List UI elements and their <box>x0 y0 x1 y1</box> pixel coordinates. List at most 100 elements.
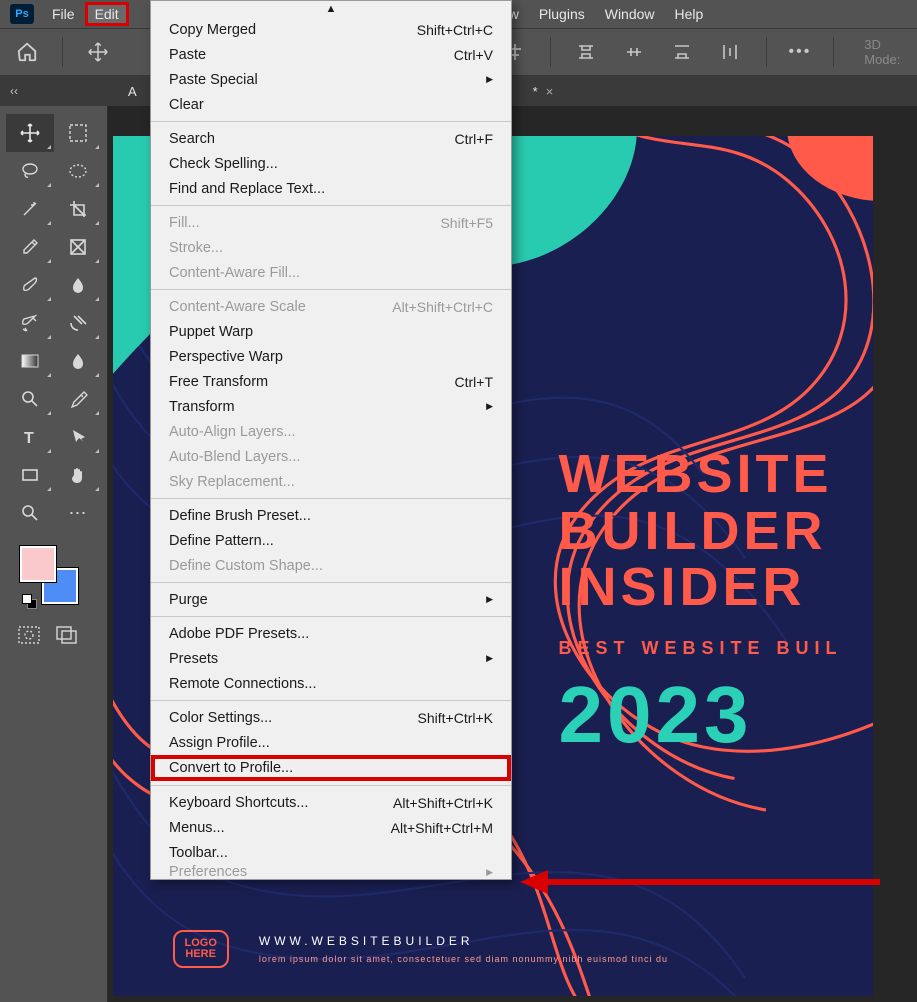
menu-item-paste[interactable]: PasteCtrl+V <box>151 42 511 67</box>
menu-item-fill: Fill...Shift+F5 <box>151 210 511 235</box>
hand-tool[interactable] <box>54 456 102 494</box>
menu-item-label: Auto-Blend Layers... <box>169 449 300 465</box>
menu-item-label: Stroke... <box>169 240 223 256</box>
menu-item-free-transform[interactable]: Free TransformCtrl+T <box>151 369 511 394</box>
menu-item-paste-special[interactable]: Paste Special <box>151 67 511 92</box>
pen-tool[interactable] <box>54 380 102 418</box>
type-tool[interactable]: T <box>6 418 54 456</box>
more-options-icon[interactable]: ••• <box>789 43 812 61</box>
poster-year: 2023 <box>558 669 842 761</box>
poster-footer-lorem: lorem ipsum dolor sit amet, consectetuer… <box>259 954 668 964</box>
menu-separator <box>151 498 511 499</box>
menu-item-assign-profile[interactable]: Assign Profile... <box>151 730 511 755</box>
menu-item-find-and-replace-text[interactable]: Find and Replace Text... <box>151 176 511 201</box>
menu-item-label: Content-Aware Fill... <box>169 265 300 281</box>
menu-item-copy-merged[interactable]: Copy MergedShift+Ctrl+C <box>151 17 511 42</box>
foreground-color-swatch[interactable] <box>20 546 56 582</box>
menu-item-remote-connections[interactable]: Remote Connections... <box>151 671 511 696</box>
brush-tool[interactable] <box>6 266 54 304</box>
move-tool[interactable] <box>6 114 54 152</box>
menu-separator <box>151 616 511 617</box>
menu-scroll-up-icon[interactable]: ▲ <box>151 1 511 17</box>
marquee-tool[interactable] <box>54 114 102 152</box>
menu-item-define-brush-preset[interactable]: Define Brush Preset... <box>151 503 511 528</box>
annotation-arrow <box>520 870 890 900</box>
menu-item-transform[interactable]: Transform <box>151 394 511 419</box>
blur-tool[interactable] <box>54 266 102 304</box>
edit-menu-dropdown: ▲Copy MergedShift+Ctrl+CPasteCtrl+VPaste… <box>150 0 512 880</box>
magic-wand-tool[interactable] <box>6 190 54 228</box>
poster-subhead: BEST WEBSITE BUIL <box>558 638 842 659</box>
close-tab-icon[interactable]: × <box>546 84 554 99</box>
edit-toolbar-icon[interactable]: ⋯ <box>54 494 102 532</box>
menu-item-perspective-warp[interactable]: Perspective Warp <box>151 344 511 369</box>
crop-tool[interactable] <box>54 190 102 228</box>
eyedropper-tool[interactable] <box>6 228 54 266</box>
menu-item-purge[interactable]: Purge <box>151 587 511 612</box>
tab-title-left: A <box>128 84 137 99</box>
quick-mask-icon[interactable] <box>18 626 40 644</box>
menu-separator <box>151 582 511 583</box>
menu-item-presets[interactable]: Presets <box>151 646 511 671</box>
menu-item-color-settings[interactable]: Color Settings...Shift+Ctrl+K <box>151 705 511 730</box>
menu-window[interactable]: Window <box>595 2 665 26</box>
menu-shortcut: Shift+Ctrl+K <box>418 710 493 726</box>
mode-3d-label: 3D Mode: <box>864 37 917 67</box>
menu-plugins[interactable]: Plugins <box>529 2 595 26</box>
menu-separator <box>151 785 511 786</box>
selection-tool[interactable] <box>54 152 102 190</box>
zoom-tool[interactable] <box>6 494 54 532</box>
menu-shortcut: Ctrl+V <box>454 47 493 63</box>
menu-item-keyboard-shortcuts[interactable]: Keyboard Shortcuts... Alt+Shift+Ctrl+K <box>151 790 511 815</box>
collapse-panels-icon[interactable]: ‹‹ <box>0 84 28 98</box>
menu-item-search[interactable]: SearchCtrl+F <box>151 126 511 151</box>
svg-text:T: T <box>24 430 34 447</box>
menu-item-label: Define Custom Shape... <box>169 558 323 574</box>
rectangle-tool[interactable] <box>6 456 54 494</box>
distribute-bottom-icon[interactable] <box>669 38 695 66</box>
separator <box>833 37 834 67</box>
distribute-h-icon[interactable] <box>717 38 743 66</box>
dodge-tool[interactable] <box>6 380 54 418</box>
menu-help[interactable]: Help <box>665 2 714 26</box>
frame-tool[interactable] <box>54 228 102 266</box>
poster-headline-2: BUILDER <box>558 503 842 560</box>
healing-brush-tool[interactable] <box>54 304 102 342</box>
menu-item-label: Menus... <box>169 820 225 836</box>
distribute-top-icon[interactable] <box>573 38 599 66</box>
path-selection-tool[interactable] <box>54 418 102 456</box>
eraser-tool[interactable] <box>54 342 102 380</box>
menu-item-label: Keyboard Shortcuts... <box>169 795 308 811</box>
screen-mode-icon[interactable] <box>56 626 78 644</box>
menu-file[interactable]: File <box>42 2 85 26</box>
distribute-vcenter-icon[interactable] <box>621 38 647 66</box>
menu-item-auto-align-layers: Auto-Align Layers... <box>151 419 511 444</box>
tab-title-right: * <box>533 84 538 99</box>
menu-item-preferences[interactable]: Preferences <box>151 865 511 879</box>
default-colors-icon[interactable] <box>22 594 36 608</box>
menu-item-sky-replacement: Sky Replacement... <box>151 469 511 494</box>
poster-headline-1: WEBSITE <box>558 446 842 503</box>
menu-item-toolbar[interactable]: Toolbar... <box>151 840 511 865</box>
menu-item-content-aware-fill: Content-Aware Fill... <box>151 260 511 285</box>
move-tool-icon[interactable] <box>85 38 111 66</box>
menu-item-clear[interactable]: Clear <box>151 92 511 117</box>
poster-headline-3: INSIDER <box>558 559 842 616</box>
lasso-tool[interactable] <box>6 152 54 190</box>
menu-item-check-spelling[interactable]: Check Spelling... <box>151 151 511 176</box>
menu-item-label: Fill... <box>169 215 200 231</box>
menu-shortcut: Alt+Shift+Ctrl+K <box>393 795 493 811</box>
menu-item-adobe-pdf-presets[interactable]: Adobe PDF Presets... <box>151 621 511 646</box>
home-icon[interactable] <box>14 38 40 66</box>
menu-shortcut: Ctrl+T <box>455 374 494 390</box>
menu-item-menus[interactable]: Menus...Alt+Shift+Ctrl+M <box>151 815 511 840</box>
menu-item-label: Remote Connections... <box>169 676 317 692</box>
history-brush-tool[interactable] <box>6 304 54 342</box>
color-swatches[interactable] <box>20 546 82 608</box>
menu-edit[interactable]: Edit <box>85 2 129 26</box>
menu-item-convert-to-profile[interactable]: Convert to Profile... <box>151 755 511 781</box>
menu-item-puppet-warp[interactable]: Puppet Warp <box>151 319 511 344</box>
menu-item-define-pattern[interactable]: Define Pattern... <box>151 528 511 553</box>
menu-shortcut: Alt+Shift+Ctrl+C <box>392 299 493 315</box>
gradient-tool[interactable] <box>6 342 54 380</box>
